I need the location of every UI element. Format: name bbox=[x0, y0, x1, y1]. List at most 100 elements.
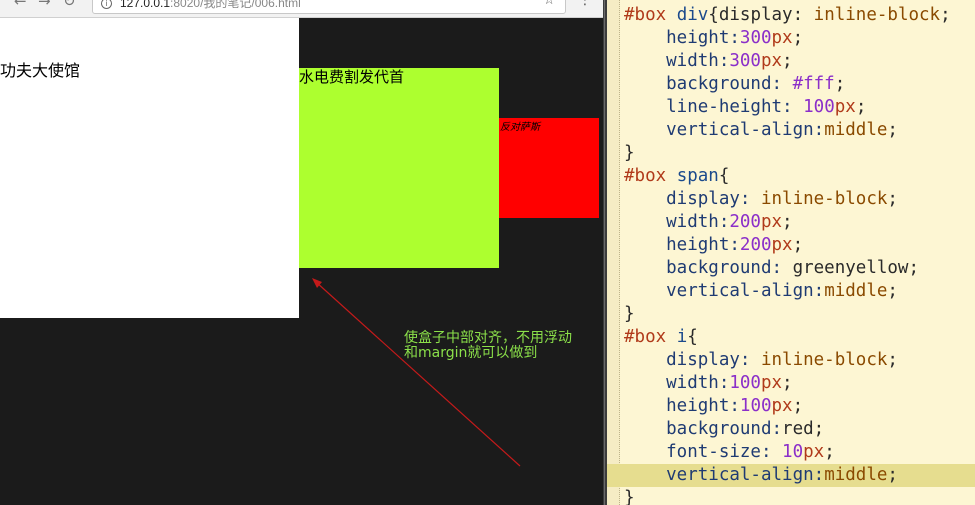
code-token: 100 bbox=[729, 373, 761, 393]
code-token: #fff bbox=[792, 74, 835, 94]
code-line[interactable]: vertical-align:middle; bbox=[624, 119, 898, 142]
annotation-note: 使盒子中部对齐，不用浮动 和margin就可以做到 bbox=[404, 331, 603, 361]
code-line[interactable]: width:100px; bbox=[624, 372, 793, 395]
code-token: background: bbox=[624, 74, 793, 94]
url-text: 127.0.0.1:8020/我的笔记/006.html bbox=[120, 0, 301, 11]
code-token: width: bbox=[624, 51, 730, 71]
page-viewport: 功夫大使馆 水电费割发代首 反对萨斯 使盒子中部对齐，不用浮动 和margin就… bbox=[0, 18, 603, 505]
address-bar[interactable]: i 127.0.0.1:8020/我的笔记/006.html ☆ bbox=[92, 0, 566, 14]
code-token: 100 bbox=[803, 97, 835, 117]
code-line[interactable]: width:300px; bbox=[624, 50, 793, 73]
code-token: vertical-align: bbox=[624, 281, 825, 301]
code-token: ; bbox=[855, 97, 867, 117]
code-token: display: bbox=[624, 189, 761, 209]
code-token: ; bbox=[887, 189, 898, 209]
code-token: px bbox=[760, 212, 783, 232]
code-line[interactable]: #box div{display: inline-block; bbox=[624, 4, 951, 27]
code-line[interactable]: vertical-align:middle; bbox=[624, 280, 898, 303]
code-token: 10 bbox=[782, 442, 804, 462]
code-token: #box bbox=[624, 327, 677, 347]
code-token: ; bbox=[908, 258, 920, 278]
code-token: inline-block bbox=[813, 5, 941, 25]
code-line[interactable]: vertical-align:middle; bbox=[607, 464, 975, 487]
code-token: height: bbox=[624, 396, 740, 416]
code-token: px bbox=[803, 442, 825, 462]
code-line[interactable]: background: #fff; bbox=[624, 73, 845, 96]
annotation-line-2: 和margin就可以做到 bbox=[404, 345, 538, 361]
info-icon[interactable]: i bbox=[101, 0, 112, 9]
code-token: ; bbox=[792, 235, 804, 255]
code-token: 300 bbox=[729, 51, 761, 71]
reload-icon[interactable]: ↻ bbox=[63, 0, 76, 9]
code-token: {display: bbox=[708, 5, 814, 25]
code-token: display: bbox=[624, 350, 761, 370]
annotation-arrow-line bbox=[315, 281, 521, 467]
code-line[interactable]: } bbox=[624, 142, 635, 165]
code-token: red bbox=[782, 419, 814, 439]
editor-gutter bbox=[607, 0, 620, 505]
browser-toolbar: ← → ↻ i 127.0.0.1:8020/我的笔记/006.html ☆ ⋮ bbox=[0, 0, 603, 18]
code-token: 100 bbox=[739, 396, 772, 416]
code-token: } bbox=[624, 143, 635, 163]
code-token: px bbox=[834, 97, 856, 117]
code-token: ; bbox=[792, 396, 804, 416]
back-arrow-icon[interactable]: ← bbox=[14, 0, 27, 9]
code-line[interactable]: background:red; bbox=[624, 418, 824, 441]
code-token: inline-block bbox=[760, 350, 888, 370]
code-token: i bbox=[676, 327, 688, 347]
code-token: ; bbox=[834, 74, 846, 94]
code-line[interactable]: } bbox=[624, 487, 635, 505]
code-line[interactable]: height:100px; bbox=[624, 395, 803, 418]
code-token: } bbox=[624, 488, 635, 505]
code-token: ; bbox=[887, 350, 898, 370]
forward-arrow-icon[interactable]: → bbox=[38, 0, 51, 9]
code-line[interactable]: width:200px; bbox=[624, 211, 793, 234]
code-token: #box bbox=[624, 5, 677, 25]
code-token: ; bbox=[887, 120, 898, 140]
code-line[interactable]: line-height: 100px; bbox=[624, 96, 866, 119]
code-token: { bbox=[718, 166, 730, 186]
code-token: ; bbox=[792, 28, 804, 48]
code-editor[interactable]: #box div{display: inline-block; height:3… bbox=[607, 0, 975, 505]
code-token: middle bbox=[824, 465, 888, 485]
code-token: width: bbox=[624, 373, 730, 393]
code-token: width: bbox=[624, 212, 730, 232]
code-token: line-height: bbox=[624, 97, 804, 117]
code-token: ; bbox=[824, 442, 835, 462]
code-line[interactable]: display: inline-block; bbox=[624, 349, 898, 372]
code-token: middle bbox=[824, 120, 888, 140]
menu-dots-icon[interactable]: ⋮ bbox=[578, 0, 592, 8]
code-token: 200 bbox=[739, 235, 772, 255]
code-token: ; bbox=[887, 465, 898, 485]
code-token: px bbox=[771, 396, 793, 416]
code-token: ; bbox=[940, 5, 951, 25]
code-line[interactable]: } bbox=[624, 303, 635, 326]
code-token: px bbox=[760, 373, 783, 393]
code-line[interactable]: background: greenyellow; bbox=[624, 257, 919, 280]
code-line[interactable]: height:300px; bbox=[624, 27, 803, 50]
code-token: inline-block bbox=[760, 189, 888, 209]
code-token: ; bbox=[782, 212, 793, 232]
code-line[interactable]: height:200px; bbox=[624, 234, 803, 257]
code-token: ; bbox=[782, 51, 793, 71]
code-line[interactable]: display: inline-block; bbox=[624, 188, 898, 211]
code-token: 300 bbox=[739, 28, 772, 48]
code-token: height: bbox=[624, 28, 740, 48]
code-token: ; bbox=[813, 419, 825, 439]
code-line[interactable]: #box i{ bbox=[624, 326, 698, 349]
code-token: #box bbox=[624, 166, 677, 186]
code-token: middle bbox=[824, 281, 888, 301]
code-token: span bbox=[676, 166, 719, 186]
code-line[interactable]: font-size: 10px; bbox=[624, 441, 835, 464]
code-token: ; bbox=[782, 373, 793, 393]
code-token: font-size: bbox=[624, 442, 783, 462]
code-line[interactable]: #box span{ bbox=[624, 165, 729, 188]
bookmark-star-icon[interactable]: ☆ bbox=[543, 0, 555, 8]
code-token: height: bbox=[624, 235, 740, 255]
code-token: ; bbox=[887, 281, 898, 301]
code-token: div bbox=[676, 5, 709, 25]
url-path: :8020/我的笔记/006.html bbox=[170, 0, 301, 10]
code-token: greenyellow bbox=[792, 258, 909, 278]
annotation-arrow bbox=[312, 278, 521, 467]
code-token: px bbox=[760, 51, 783, 71]
